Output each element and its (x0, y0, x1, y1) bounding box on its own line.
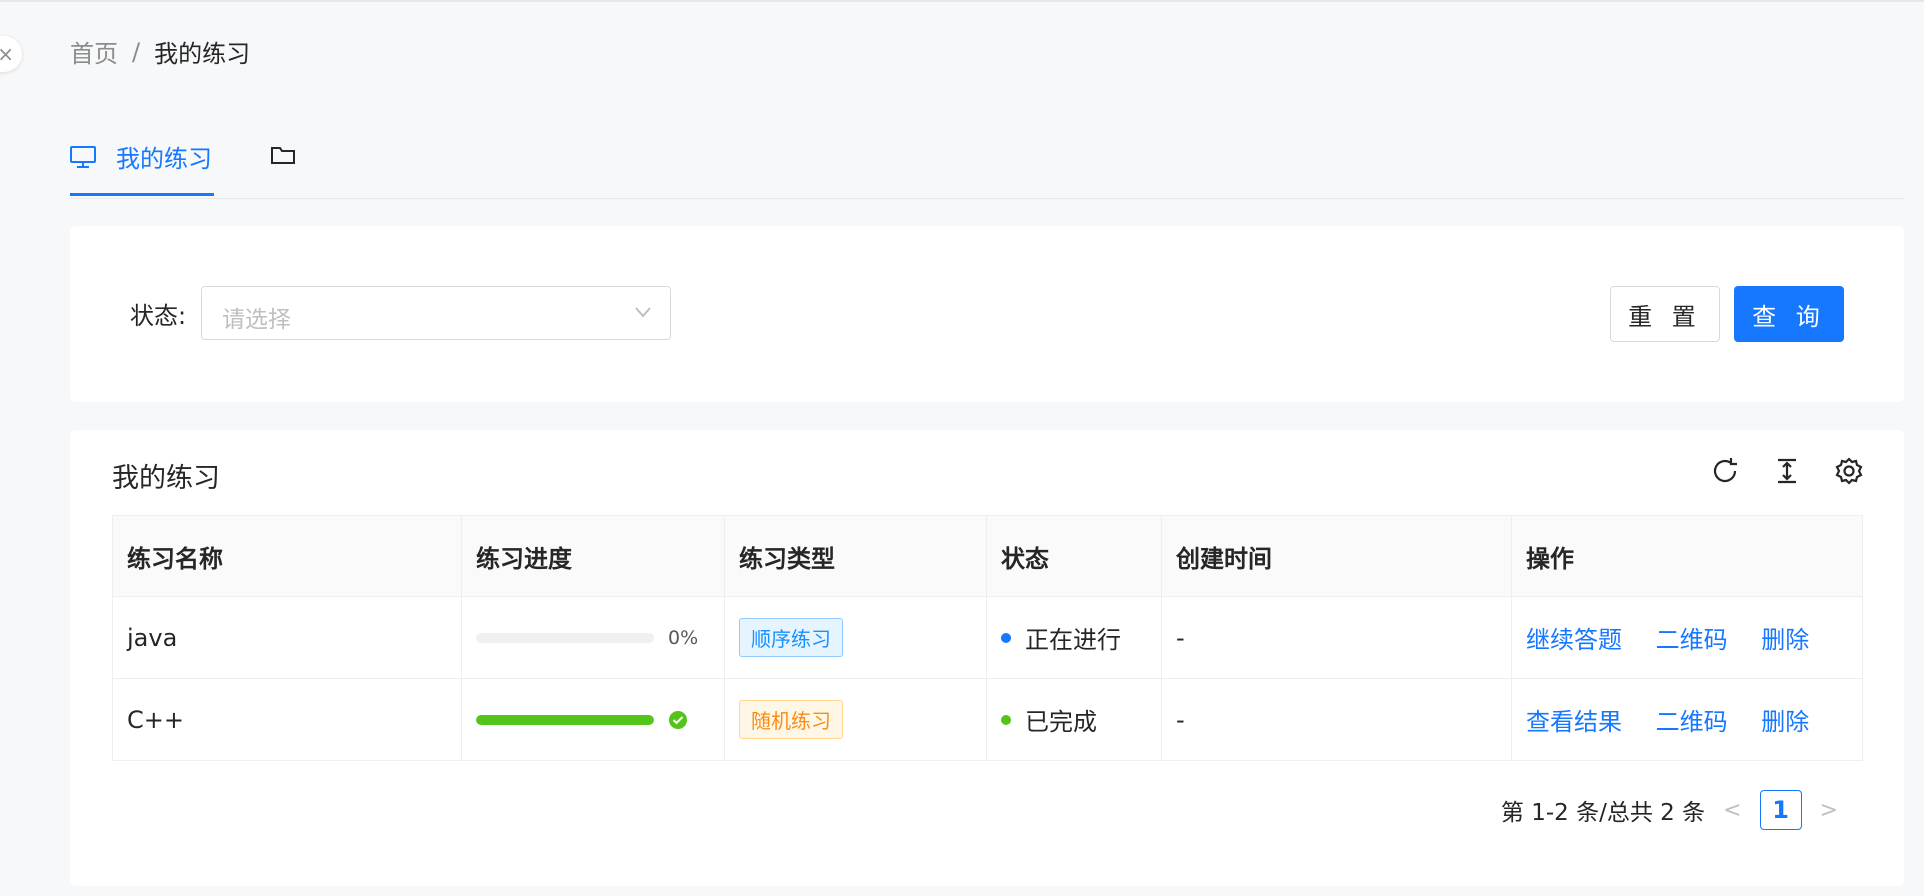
breadcrumb-separator: / (132, 37, 141, 66)
progress-bar (476, 714, 654, 725)
reload-icon[interactable] (1710, 456, 1740, 486)
status-cell: 正在进行 (986, 596, 1162, 679)
status-dot (1001, 714, 1011, 725)
progress-text: 0% (668, 626, 699, 649)
column-header: 创建时间 (1161, 515, 1512, 597)
table-row: java 0% 顺序练习 正在进行 - 继续答题 二维码 删除 (112, 596, 1863, 679)
status-select[interactable]: 请选择 (201, 286, 671, 340)
query-button[interactable]: 查 询 (1734, 286, 1844, 342)
close-icon: × (0, 42, 14, 66)
type-tag: 顺序练习 (739, 618, 843, 657)
progress-cell (461, 678, 725, 761)
next-page-icon[interactable]: > (1820, 798, 1838, 823)
progress-fill (476, 714, 654, 725)
breadcrumb: 首页 / 我的练习 (70, 34, 250, 69)
prev-page-icon[interactable]: < (1723, 798, 1741, 823)
reset-button[interactable]: 重 置 (1610, 286, 1720, 342)
tab-bar: 我的练习 (70, 120, 1904, 199)
actions-cell: 继续答题 二维码 删除 (1511, 596, 1863, 679)
practice-name: java (112, 596, 462, 679)
folder-icon (271, 147, 295, 164)
type-cell: 顺序练习 (724, 596, 987, 679)
table-row: C++ 随机练习 已完成 - 查看结果 二维码 删除 (112, 678, 1863, 761)
collapse-sidebar-button[interactable]: × (0, 36, 22, 72)
actions-cell: 查看结果 二维码 删除 (1511, 678, 1863, 761)
practice-table: 练习名称 练习进度 练习类型 状态 创建时间 操作 java 0% 顺序练习 正… (112, 515, 1863, 761)
view-result-link[interactable]: 查看结果 (1526, 708, 1622, 736)
delete-link[interactable]: 删除 (1761, 626, 1809, 654)
column-height-icon[interactable] (1772, 456, 1802, 486)
status-dot (1001, 632, 1011, 643)
status-filter-label: 状态: (130, 302, 187, 330)
delete-link[interactable]: 删除 (1761, 708, 1809, 736)
created-time: - (1161, 596, 1512, 679)
table-card: 我的练习 练习名称 练习进度 练习类型 状态 创建时间 操作 java 0% 顺… (70, 430, 1904, 886)
qrcode-link[interactable]: 二维码 (1656, 708, 1728, 736)
continue-answer-link[interactable]: 继续答题 (1526, 626, 1622, 654)
type-cell: 随机练习 (724, 678, 987, 761)
status-text: 已完成 (1025, 708, 1097, 736)
column-header: 练习类型 (724, 515, 987, 597)
tab-label: 我的练习 (116, 145, 212, 173)
table-header-row: 练习名称 练习进度 练习类型 状态 创建时间 操作 (112, 515, 1863, 597)
status-cell: 已完成 (986, 678, 1162, 761)
pagination: 第 1-2 条/总共 2 条 < 1 > (1501, 790, 1856, 830)
tab-my-practice[interactable]: 我的练习 (70, 120, 214, 196)
practice-name: C++ (112, 678, 462, 761)
column-header: 操作 (1511, 515, 1863, 597)
chevron-down-icon (635, 307, 651, 318)
column-header: 练习进度 (461, 515, 725, 597)
top-divider (0, 0, 1924, 2)
progress-cell: 0% (461, 596, 725, 679)
table-title: 我的练习 (112, 463, 220, 494)
check-circle-icon (669, 710, 687, 729)
column-header: 状态 (986, 515, 1162, 597)
table-toolbar (1710, 456, 1864, 486)
pagination-summary: 第 1-2 条/总共 2 条 (1500, 800, 1706, 826)
filter-card: 状态: 请选择 重 置 查 询 (70, 226, 1904, 402)
status-text: 正在进行 (1025, 626, 1121, 654)
desktop-icon (70, 145, 96, 168)
setting-icon[interactable] (1834, 456, 1864, 486)
created-time: - (1161, 678, 1512, 761)
breadcrumb-current: 我的练习 (154, 40, 251, 68)
type-tag: 随机练习 (739, 700, 843, 739)
breadcrumb-home[interactable]: 首页 (70, 34, 118, 69)
tab-folder[interactable] (270, 144, 296, 170)
qrcode-link[interactable]: 二维码 (1656, 626, 1728, 654)
progress-bar (476, 632, 654, 643)
status-select-placeholder: 请选择 (222, 307, 291, 333)
page-button[interactable]: 1 (1759, 790, 1802, 830)
column-header: 练习名称 (112, 515, 462, 597)
